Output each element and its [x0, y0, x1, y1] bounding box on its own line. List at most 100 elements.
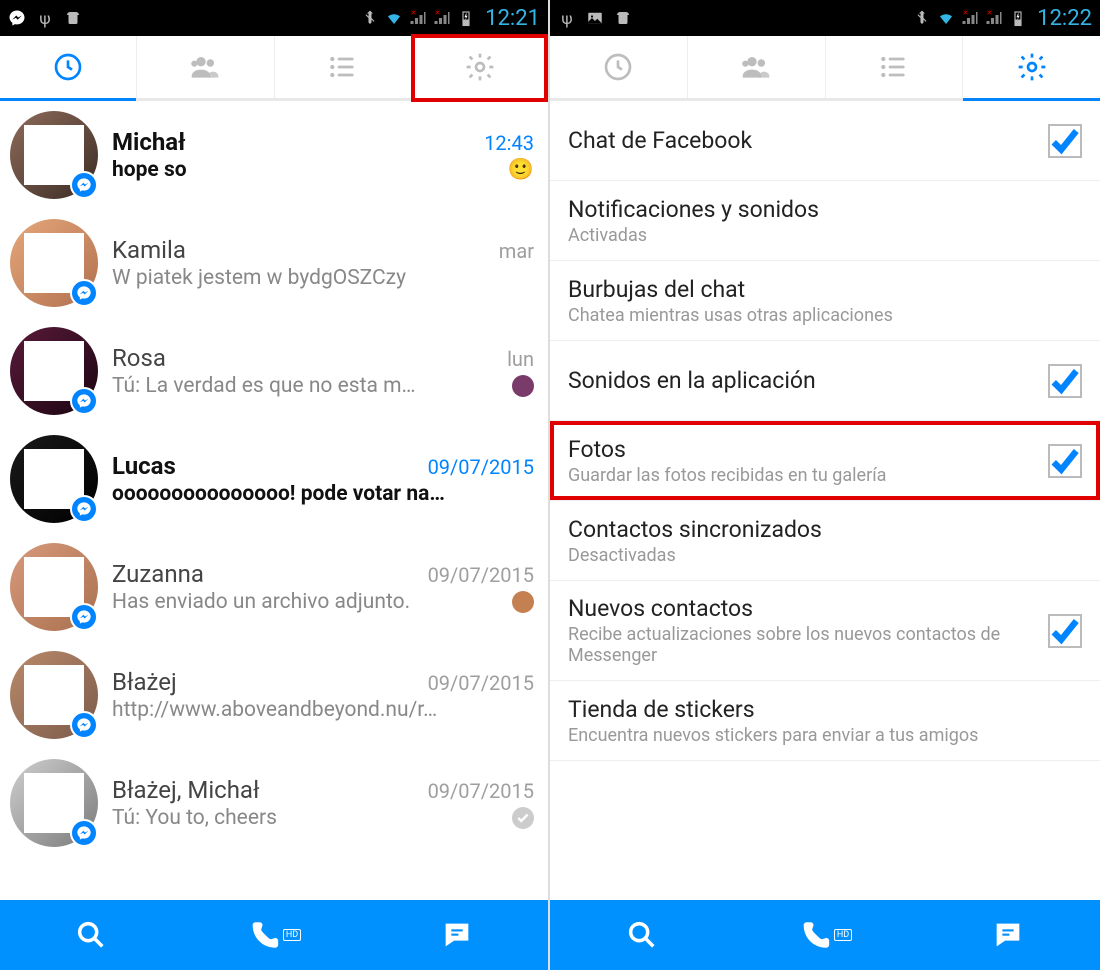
settings-item[interactable]: Fotos Guardar las fotos recibidas en tu … — [550, 421, 1100, 501]
checkbox[interactable] — [1048, 444, 1082, 478]
conversation-time: mar — [499, 239, 534, 263]
checkbox[interactable] — [1048, 614, 1082, 648]
tab-contacts[interactable] — [137, 36, 274, 98]
conversation-preview: Tú: La verdad es que no esta m… — [112, 374, 534, 398]
settings-title: Notificaciones y sonidos — [568, 196, 1082, 223]
avatar[interactable] — [10, 327, 98, 415]
conversation-name: Błażej, Michał — [112, 776, 420, 804]
conversation-time: 09/07/2015 — [428, 455, 534, 479]
conversation-item[interactable]: Kamila mar W piatek jestem w bydgOSZCzy — [0, 209, 548, 317]
settings-subtitle: Chatea mientras usas otras aplicaciones — [568, 305, 1082, 326]
settings-item[interactable]: Sonidos en la aplicación — [550, 341, 1100, 421]
tab-settings[interactable] — [412, 36, 548, 98]
settings-title: Tienda de stickers — [568, 696, 1082, 723]
conversation-item[interactable]: Błażej 09/07/2015 http://www.aboveandbey… — [0, 641, 548, 749]
conversation-time: 09/07/2015 — [428, 563, 534, 587]
settings-subtitle: Activadas — [568, 225, 1082, 246]
compose-button[interactable] — [365, 918, 548, 952]
avatar[interactable] — [10, 219, 98, 307]
conversation-name: Michał — [112, 128, 476, 156]
status-msgr-icon — [8, 9, 26, 27]
settings-title: Nuevos contactos — [568, 595, 1038, 622]
avatar[interactable] — [10, 651, 98, 739]
conversation-name: Lucas — [112, 452, 420, 480]
settings-list[interactable]: Chat de Facebook Notificaciones y sonido… — [550, 101, 1100, 900]
messenger-badge-icon — [70, 603, 98, 631]
tab-recent[interactable] — [0, 36, 137, 98]
settings-title: Chat de Facebook — [568, 127, 1038, 154]
tab-groups[interactable] — [275, 36, 412, 98]
delivered-check-icon — [512, 807, 534, 829]
status-android-icon — [614, 9, 632, 27]
tabs — [550, 36, 1100, 101]
avatar[interactable] — [10, 759, 98, 847]
phone-screen-settings: ψ ✕ ✕ 12:22 Chat de Facebook Notificacio… — [550, 0, 1100, 970]
conversation-name: Zuzanna — [112, 560, 420, 588]
conversation-preview: http://www.aboveandbeyond.nu/r… — [112, 698, 534, 722]
conversation-time: 09/07/2015 — [428, 671, 534, 695]
messenger-badge-icon — [70, 819, 98, 847]
status-time: 12:22 — [1037, 6, 1092, 31]
avatar[interactable] — [10, 543, 98, 631]
conversation-item[interactable]: Błażej, Michał 09/07/2015 Tú: You to, ch… — [0, 749, 548, 857]
settings-item[interactable]: Burbujas del chat Chatea mientras usas o… — [550, 261, 1100, 341]
settings-item[interactable]: Contactos sincronizados Desactivadas — [550, 501, 1100, 581]
call-button[interactable]: HD — [183, 918, 366, 952]
settings-subtitle: Guardar las fotos recibidas en tu galerí… — [568, 465, 1038, 486]
messenger-badge-icon — [70, 171, 98, 199]
conversation-time: 12:43 — [484, 131, 534, 155]
settings-item[interactable]: Notificaciones y sonidos Activadas — [550, 181, 1100, 261]
conversation-name: Kamila — [112, 236, 491, 264]
settings-subtitle: Recibe actualizaciones sobre los nuevos … — [568, 624, 1038, 666]
status-img-icon — [586, 9, 604, 27]
tab-recent[interactable] — [550, 36, 688, 98]
search-button[interactable] — [0, 918, 183, 952]
settings-subtitle: Encuentra nuevos stickers para enviar a … — [568, 725, 1082, 746]
settings-title: Contactos sincronizados — [568, 516, 1082, 543]
settings-title: Sonidos en la aplicación — [568, 367, 1038, 394]
status-usb-icon: ψ — [36, 9, 54, 27]
tab-contacts[interactable] — [688, 36, 826, 98]
tab-groups[interactable] — [826, 36, 964, 98]
status-usb-icon: ψ — [558, 9, 576, 27]
mute-icon — [361, 9, 379, 27]
settings-item[interactable]: Tienda de stickers Encuentra nuevos stic… — [550, 681, 1100, 761]
call-button[interactable]: HD — [733, 918, 916, 952]
svg-text:✕: ✕ — [411, 9, 417, 17]
search-button[interactable] — [550, 918, 733, 952]
svg-text:✕: ✕ — [435, 9, 441, 17]
settings-title: Fotos — [568, 436, 1038, 463]
messenger-badge-icon — [70, 279, 98, 307]
wifi-icon — [385, 9, 403, 27]
tab-settings[interactable] — [963, 36, 1100, 98]
battery-icon — [457, 9, 475, 27]
settings-item[interactable]: Chat de Facebook — [550, 101, 1100, 181]
svg-text:✕: ✕ — [987, 9, 993, 17]
seen-avatar-icon — [512, 591, 534, 613]
signal1-icon: ✕ — [409, 9, 427, 27]
conversation-item[interactable]: Michał 12:43 hope so 🙂 — [0, 101, 548, 209]
seen-avatar-icon — [512, 375, 534, 397]
checkbox[interactable] — [1048, 364, 1082, 398]
conversation-name: Błażej — [112, 668, 420, 696]
conversation-item[interactable]: Zuzanna 09/07/2015 Has enviado un archiv… — [0, 533, 548, 641]
messenger-badge-icon — [70, 711, 98, 739]
messenger-badge-icon — [70, 495, 98, 523]
compose-button[interactable] — [917, 918, 1100, 952]
conversation-preview: ooooooooooooooo! pode votar na… — [112, 482, 534, 506]
signal2-icon: ✕ — [985, 9, 1003, 27]
conversation-time: lun — [507, 347, 534, 371]
avatar[interactable] — [10, 435, 98, 523]
wifi-icon — [937, 9, 955, 27]
conversation-preview: hope so 🙂 — [112, 158, 534, 182]
status-bar: ψ ✕ ✕ 12:21 — [0, 0, 548, 36]
battery-icon — [1009, 9, 1027, 27]
conversation-item[interactable]: Lucas 09/07/2015 ooooooooooooooo! pode v… — [0, 425, 548, 533]
settings-item[interactable]: Nuevos contactos Recibe actualizaciones … — [550, 581, 1100, 681]
conversation-name: Rosa — [112, 344, 499, 372]
conversation-item[interactable]: Rosa lun Tú: La verdad es que no esta m… — [0, 317, 548, 425]
checkbox[interactable] — [1048, 124, 1082, 158]
bottom-bar: HD — [550, 900, 1100, 970]
conversation-list[interactable]: Michał 12:43 hope so 🙂 Kamila mar — [0, 101, 548, 900]
avatar[interactable] — [10, 111, 98, 199]
